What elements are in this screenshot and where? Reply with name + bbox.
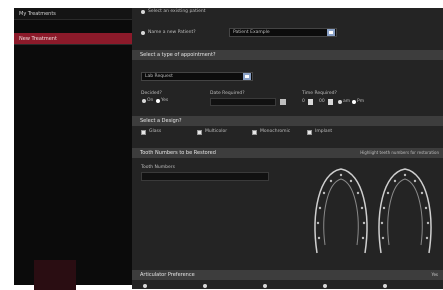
tooth-marker[interactable] <box>316 221 320 225</box>
articulator-option-radio[interactable] <box>383 284 387 288</box>
articulator-option-radio[interactable] <box>203 284 207 288</box>
hour-stepper[interactable] <box>308 99 313 105</box>
sidebar-item-label: New Treatment <box>19 36 57 42</box>
design-header-label: Select a Design? <box>140 118 182 124</box>
date-required-label: Date Required? <box>210 91 245 96</box>
tooth-marker[interactable] <box>403 173 407 177</box>
appointment-type-value: Lab Request <box>145 74 173 79</box>
teeth-header-label: Tooth Numbers to be Restored <box>140 150 216 156</box>
articulator-option-radio[interactable] <box>143 284 147 288</box>
appointment-type-select[interactable]: Lab Request <box>141 72 253 81</box>
sidebar-item-label: My Treatments <box>19 11 56 17</box>
tooth-numbers-input[interactable] <box>141 172 269 181</box>
tooth-marker[interactable] <box>322 191 326 195</box>
sidebar-item-my-treatments[interactable]: My Treatments <box>14 8 132 20</box>
tooth-marker[interactable] <box>413 179 417 183</box>
patient-name-value: Patient Example <box>233 30 270 35</box>
tooth-marker[interactable] <box>318 206 322 210</box>
design-multicolor-checkbox[interactable] <box>197 130 202 135</box>
teeth-hint: Highlight teeth numbers for restoration <box>360 150 439 155</box>
design-glass-checkbox[interactable] <box>141 130 146 135</box>
treatment-form: Select an existing patient Name a new Pa… <box>132 8 443 289</box>
articulator-header-label: Articulator Preference <box>140 272 195 278</box>
tooth-marker[interactable] <box>393 179 397 183</box>
calendar-icon[interactable] <box>280 99 286 105</box>
articulator-badge: Yes <box>431 272 438 277</box>
appointment-header: Select a type of appointment? <box>132 50 443 60</box>
tooth-numbers-label: Tooth Numbers <box>141 165 175 170</box>
decision-on-label: On <box>147 98 154 103</box>
design-header: Select a Design? <box>132 116 443 126</box>
tooth-chart[interactable] <box>307 163 443 267</box>
lower-arch-inner <box>387 178 423 246</box>
tooth-marker[interactable] <box>362 221 366 225</box>
design-option-label: Monochromic <box>260 129 291 134</box>
articulator-option-radio[interactable] <box>323 284 327 288</box>
appointment-header-label: Select a type of appointment? <box>140 52 216 58</box>
sidebar-item-new-treatment[interactable]: New Treatment <box>14 33 132 45</box>
time-pm-label: Pm <box>357 99 365 104</box>
tooth-marker[interactable] <box>380 221 384 225</box>
tooth-marker[interactable] <box>356 191 360 195</box>
tooth-marker[interactable] <box>424 206 428 210</box>
upper-arch-inner <box>323 178 359 246</box>
existing-patient-label: Select an existing patient <box>148 9 206 14</box>
time-am-label: am <box>343 99 351 104</box>
thumbnail-image <box>34 260 76 290</box>
tooth-marker[interactable] <box>361 236 365 240</box>
minute-stepper[interactable] <box>328 99 333 105</box>
design-option-label: Multicolor <box>205 129 228 134</box>
existing-patient-radio[interactable] <box>141 10 145 14</box>
time-am-radio[interactable] <box>338 100 342 104</box>
tooth-marker[interactable] <box>425 236 429 240</box>
articulator-header: Articulator Preference Yes <box>132 270 443 280</box>
articulator-options-row <box>141 284 443 289</box>
design-implant-checkbox[interactable] <box>307 130 312 135</box>
tooth-marker[interactable] <box>386 191 390 195</box>
design-option-label: Implant <box>315 129 333 134</box>
sidebar: My Treatments New Treatment <box>14 8 132 290</box>
tooth-marker[interactable] <box>360 206 364 210</box>
new-patient-radio[interactable] <box>141 31 145 35</box>
tooth-marker[interactable] <box>317 236 321 240</box>
tooth-marker[interactable] <box>420 191 424 195</box>
tooth-marker[interactable] <box>339 173 343 177</box>
lower-arch-outline <box>378 168 432 254</box>
decision-label: Decided? <box>141 91 162 96</box>
tooth-marker[interactable] <box>329 179 333 183</box>
tooth-marker[interactable] <box>349 179 353 183</box>
decision-on-radio[interactable] <box>142 99 146 103</box>
tooth-marker[interactable] <box>381 236 385 240</box>
upper-arch-outline <box>314 168 368 254</box>
articulator-option-radio[interactable] <box>263 284 267 288</box>
design-monochromic-checkbox[interactable] <box>252 130 257 135</box>
time-hour-value: 0 <box>302 99 305 104</box>
tooth-marker[interactable] <box>426 221 430 225</box>
patient-name-input[interactable]: Patient Example <box>229 28 337 37</box>
new-patient-label: Name a new Patient? <box>148 30 196 35</box>
time-required-label: Time Required? <box>302 91 337 96</box>
design-option-label: Glass <box>149 129 162 134</box>
time-minute-value: 00 <box>319 99 325 104</box>
time-pm-radio[interactable] <box>352 100 356 104</box>
tooth-marker[interactable] <box>382 206 386 210</box>
decision-yes-radio[interactable] <box>156 99 160 103</box>
chevron-down-icon <box>327 29 335 36</box>
teeth-header: Tooth Numbers to be Restored Highlight t… <box>132 148 443 158</box>
decision-yes-label: Yes <box>161 98 169 103</box>
chevron-down-icon <box>243 73 251 80</box>
date-input[interactable] <box>210 98 276 106</box>
